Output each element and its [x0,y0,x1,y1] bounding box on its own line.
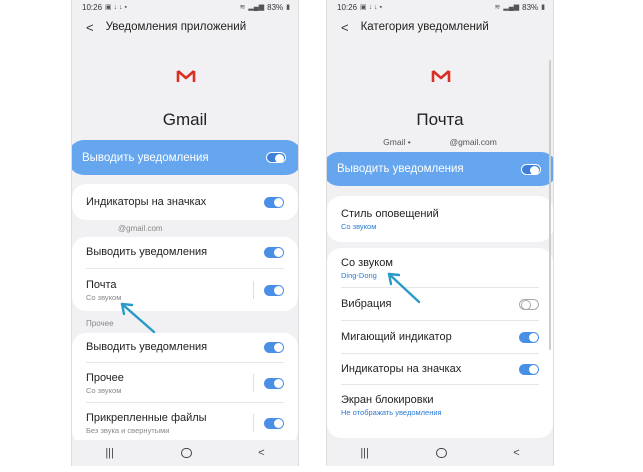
app-bar: < Категория уведомлений [327,14,553,40]
attachments-channel-label: Прикрепленные файлы [86,411,207,424]
attachments-channel-sub: Без звука и свернутыми [86,425,170,435]
show-notifications-label: Выводить уведомления [82,151,209,164]
alert-style-row[interactable]: Стиль оповещений Со звуком [327,196,553,242]
annotation-arrow-icon [387,272,421,304]
account-suffix: @gmail.com [449,137,497,147]
alert-style-label: Стиль оповещений [341,207,439,220]
account-prefix: Gmail • [383,137,411,147]
vertical-divider [253,374,254,392]
back-nav-icon[interactable]: < [513,447,519,459]
battery-level: 83% [267,2,284,12]
other-channel-toggle[interactable] [264,377,284,389]
signal-icon: ▂▄▆ [503,4,520,11]
blinking-led-row[interactable]: Мигающий индикатор [327,322,553,352]
notification-icons: ▣ ↓ ↓ ▪ [105,4,127,11]
divider [86,402,284,403]
divider [341,320,539,321]
battery-icon: ▮ [541,4,545,11]
battery-icon: ▮ [286,4,290,11]
app-bar: < Уведомления приложений [72,14,298,40]
other-channel-sub: Со звуком [86,385,122,395]
recent-apps-icon[interactable]: ||| [105,447,114,459]
page-title: Уведомления приложений [105,21,247,33]
system-nav-bar: ||| < [72,440,298,466]
account-show-toggle[interactable] [264,246,284,258]
attachments-channel-row[interactable]: Прикрепленные файлы Без звука и свернуты… [72,405,298,441]
badge-indicators-toggle[interactable] [519,363,539,375]
lock-screen-row[interactable]: Экран блокировки Не отображать уведомлен… [327,386,553,424]
signal-icon: ▂▄▆ [248,4,265,11]
badge-indicators-toggle[interactable] [264,196,284,208]
lock-screen-value: Не отображать уведомления [341,407,442,417]
show-notifications-toggle[interactable] [266,152,286,163]
annotation-arrow-icon [120,302,156,334]
sound-row[interactable]: Со звуком Ding-Dong [327,250,553,286]
status-time: 10:26 [337,2,358,12]
show-notifications-master-row[interactable]: Выводить уведомления [327,152,553,186]
divider [86,268,284,269]
wifi-icon: ≋ [239,4,246,11]
badge-indicators-row[interactable]: Индикаторы на значках [72,184,298,220]
back-arrow-icon[interactable]: < [341,20,349,35]
divider [86,362,284,363]
badge-indicators-row[interactable]: Индикаторы на значках [327,355,553,383]
app-name: Gmail [162,110,208,129]
mail-channel-toggle[interactable] [264,284,284,296]
mail-channel-label: Почта [86,278,117,291]
other-section-label: Прочее [86,319,114,328]
alert-style-value: Со звуком [341,221,377,231]
vibration-row[interactable]: Вибрация [327,289,553,319]
gmail-logo-icon [431,70,451,82]
show-notifications-toggle[interactable] [521,163,541,175]
vibration-toggle[interactable] [519,298,539,310]
badge-indicators-label: Индикаторы на значках [341,363,462,375]
account-show-notifications-row[interactable]: Выводить уведомления [72,237,298,267]
back-nav-icon[interactable]: < [258,447,264,459]
gmail-logo-icon [176,70,196,82]
home-icon[interactable] [435,448,447,458]
badge-indicators-label: Индикаторы на значках [86,196,207,208]
other-channel-label: Прочее [86,371,124,384]
status-bar: 10:26 ▣ ↓ ↓ ▪ ≋ ▂▄▆ 83% ▮ [327,0,553,14]
other-show-toggle[interactable] [264,341,284,353]
category-name: Почта [416,110,464,129]
status-time: 10:26 [82,2,103,12]
divider [341,353,539,354]
recent-apps-icon[interactable]: ||| [360,447,369,459]
account-section-label: @gmail.com [118,224,163,233]
divider [341,287,539,288]
account-line: Gmail • @gmail.com [327,137,553,147]
other-show-label: Выводить уведомления [86,341,208,353]
right-phone-screen: 10:26 ▣ ↓ ↓ ▪ ≋ ▂▄▆ 83% ▮ < Категория уведом… [326,0,554,466]
blinking-led-label: Мигающий индикатор [341,331,452,343]
system-nav-bar: ||| < [327,440,553,466]
other-show-notifications-row[interactable]: Выводить уведомления [72,333,298,361]
status-bar: 10:26 ▣ ↓ ↓ ▪ ≋ ▂▄▆ 83% ▮ [72,0,298,14]
page-title: Категория уведомлений [360,21,489,33]
show-notifications-master-row[interactable]: Выводить уведомления [72,140,298,175]
account-show-label: Выводить уведомления [86,246,208,258]
notification-icons: ▣ ↓ ↓ ▪ [360,4,382,11]
scrollbar[interactable] [549,60,551,350]
wifi-icon: ≋ [494,4,501,11]
attachments-channel-toggle[interactable] [264,417,284,429]
battery-level: 83% [522,2,539,12]
back-arrow-icon[interactable]: < [86,20,94,35]
mail-channel-row[interactable]: Почта Со звуком [72,271,298,309]
divider [341,384,539,385]
vertical-divider [253,281,254,299]
show-notifications-label: Выводить уведомления [337,163,464,175]
vertical-divider [253,414,254,432]
home-icon[interactable] [180,448,192,458]
other-channel-row[interactable]: Прочее Со звуком [72,365,298,401]
lock-screen-label: Экран блокировки [341,393,434,406]
left-phone-screen: 10:26 ▣ ↓ ↓ ▪ ≋ ▂▄▆ 83% ▮ < Уведомления прил… [71,0,299,466]
blinking-led-toggle[interactable] [519,331,539,343]
